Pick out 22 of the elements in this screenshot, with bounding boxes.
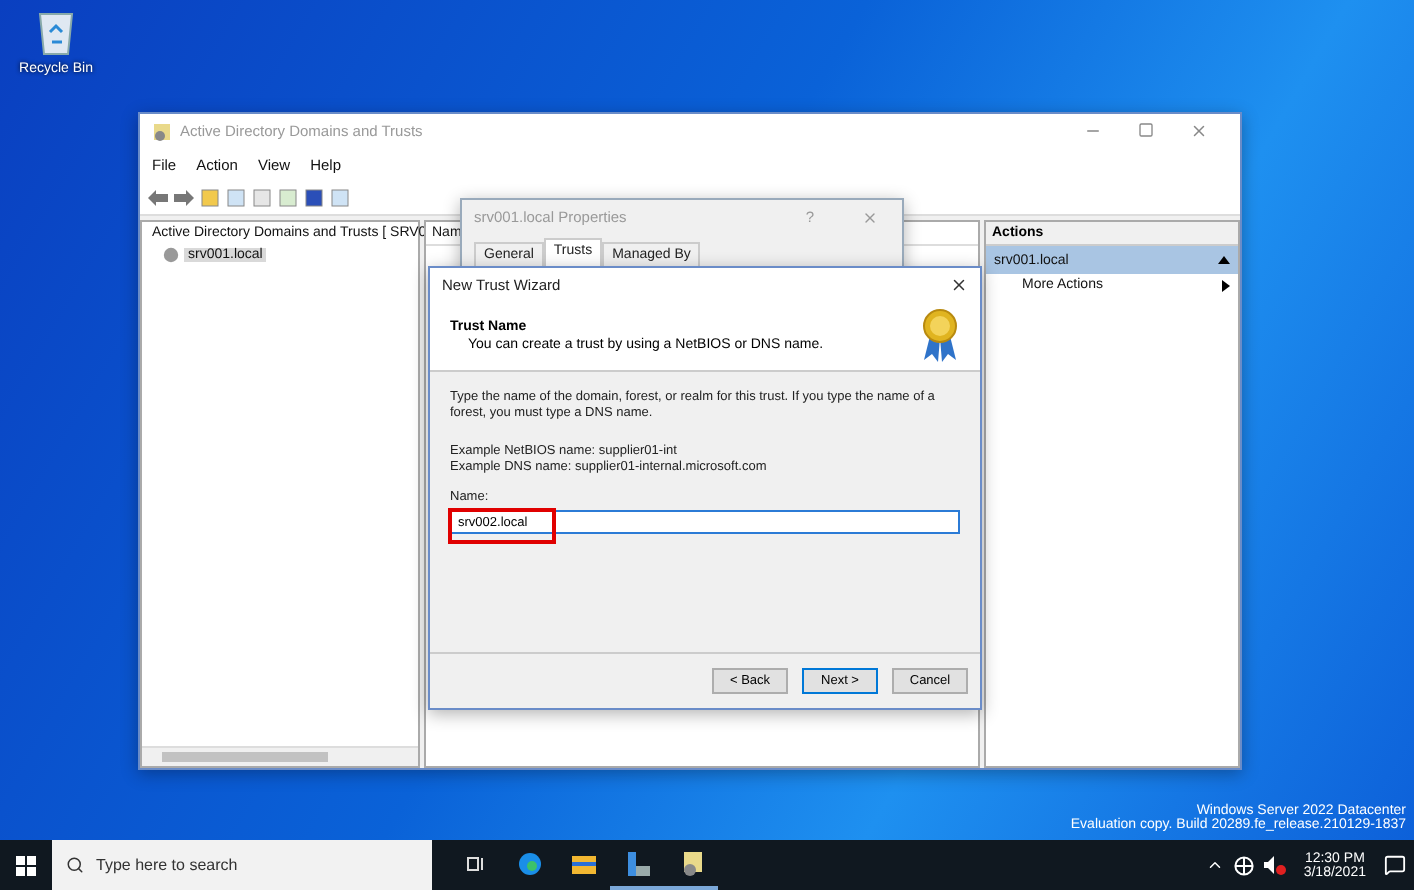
- domains-app-icon: [152, 121, 172, 141]
- domain-tool-icon: [679, 851, 703, 875]
- collapse-triangle-icon: [1218, 256, 1230, 264]
- back-arrow-icon[interactable]: [148, 190, 168, 206]
- award-ribbon-icon: [920, 308, 960, 364]
- windows-logo-icon: [16, 855, 36, 875]
- search-field[interactable]: Type here to search: [52, 840, 432, 890]
- forward-arrow-icon[interactable]: [174, 190, 194, 206]
- chevron-up-icon[interactable]: [1205, 856, 1224, 874]
- server-icon: [625, 851, 649, 875]
- globe-icon[interactable]: [1233, 855, 1254, 875]
- muted-speaker-icon[interactable]: [1263, 855, 1286, 875]
- recycle-bin-icon[interactable]: [34, 8, 78, 56]
- submenu-arrow-icon: [1222, 279, 1230, 291]
- task-view-icon: [465, 853, 485, 873]
- folder-icon: [571, 853, 595, 873]
- browser-icon: [517, 851, 541, 875]
- search-icon: [66, 856, 84, 874]
- horizontal-scrollbar[interactable]: [142, 746, 418, 766]
- close-icon[interactable]: [950, 276, 968, 294]
- domain-icon: [162, 246, 180, 264]
- notifications-icon[interactable]: [1384, 854, 1406, 876]
